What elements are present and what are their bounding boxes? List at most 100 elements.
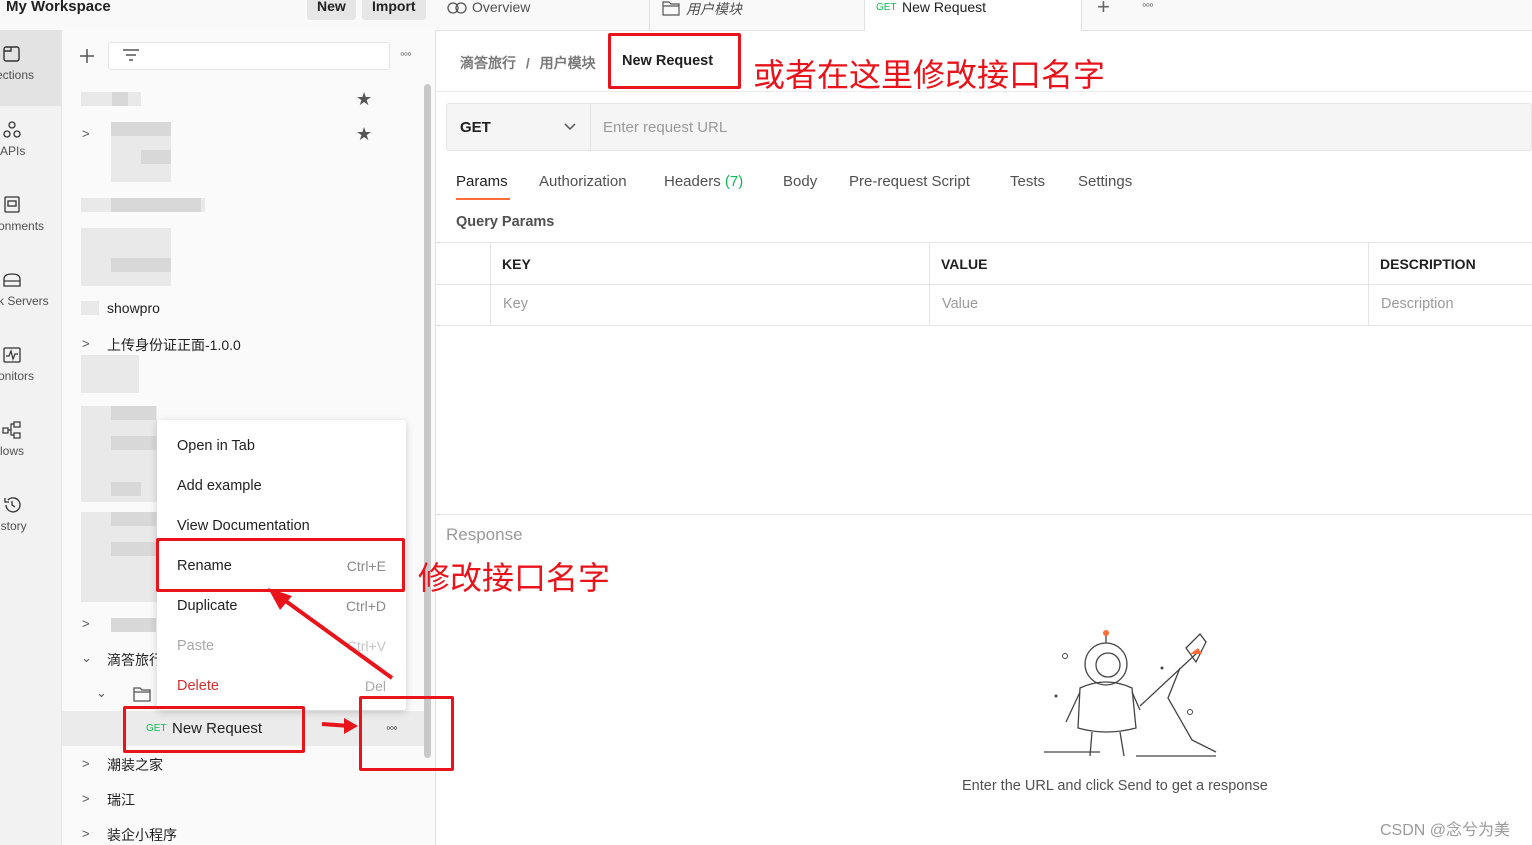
description-input[interactable]: Description [1381,296,1454,312]
annotation-box-rename [156,538,405,592]
url-input[interactable] [591,104,1521,150]
key-input[interactable]: Key [503,296,528,312]
watermark: CSDN @念兮为美 [1380,822,1511,839]
obscured-item[interactable] [81,355,139,393]
tab-headers[interactable]: Headers (7) [664,173,743,190]
menu-label: View Documentation [177,518,310,534]
menu-label: Delete [177,678,219,694]
response-divider[interactable] [436,514,1532,515]
breadcrumb-folder[interactable]: 用户模块 [540,55,596,71]
star-icon[interactable]: ★ [356,89,372,110]
annotation-text-middle: 修改接口名字 [418,559,611,597]
menu-item-add-example[interactable]: Add example [157,466,406,506]
apis-icon [3,121,21,138]
star-icon[interactable]: ★ [356,124,372,145]
rail-item-apis[interactable]: APIs [0,120,62,180]
tree-item-id-upload[interactable]: 上传身份证正面-1.0.0 [107,335,241,355]
add-icon[interactable] [78,47,96,65]
rail-label-mock-servers: k Servers [0,294,49,308]
rail-item-collections[interactable]: ections [0,44,62,104]
tree-item-chaozhuang[interactable]: 潮装之家 [107,755,163,775]
mock-servers-icon [3,273,21,287]
annotation-arrow-icon [268,588,394,734]
tab-tests[interactable]: Tests [1010,173,1045,190]
chevron-right-icon[interactable]: > [82,336,90,351]
obscured-item-part [111,542,156,556]
rail-label-monitors: onitors [0,369,35,383]
tab-settings[interactable]: Settings [1078,173,1132,190]
sidebar-more-icon[interactable]: ◦◦◦ [400,46,412,61]
tab-params[interactable]: Params [456,173,508,190]
tab-new-request[interactable]: GET New Request [865,0,1082,31]
rail-item-environments[interactable]: onments [0,195,62,255]
tree-item-showpro[interactable]: showpro [107,300,160,316]
obscured-item-part [141,150,171,164]
tab-label: New Request [902,0,987,15]
rail-label-collections: ections [0,68,35,82]
flows-icon [2,421,21,439]
obscured-icon [81,301,99,315]
environments-icon [4,196,20,213]
breadcrumb-collection[interactable]: 滴答旅行 [460,55,516,71]
column-header-key: KEY [502,256,531,272]
chevron-down-icon[interactable]: ⌄ [81,650,92,666]
response-label: Response [446,525,523,544]
annotation-box-title [608,33,741,89]
breadcrumb-separator: / [525,55,530,71]
filter-icon[interactable] [121,47,141,65]
new-tab-icon[interactable]: + [1097,0,1110,20]
method-badge-get: GET [876,2,897,13]
chevron-down-icon[interactable]: ⌄ [96,685,107,701]
menu-label: Duplicate [177,598,238,614]
chevron-right-icon[interactable]: > [82,826,90,841]
obscured-item[interactable] [81,228,171,286]
query-params-table: KEY VALUE DESCRIPTION Key Value Descript… [436,242,1532,326]
tab-overview[interactable]: Overview [436,0,650,31]
obscured-item-part [112,92,128,106]
chevron-right-icon[interactable]: > [82,126,90,141]
obscured-item[interactable] [81,92,141,106]
obscured-item-part [111,406,156,420]
folder-icon [662,1,680,16]
tab-authorization[interactable]: Authorization [539,173,627,190]
menu-label: Open in Tab [177,438,255,454]
chevron-right-icon[interactable]: > [82,616,90,631]
method-select[interactable]: GET [446,103,591,151]
tree-item-ruijiang[interactable]: 瑞江 [107,790,135,810]
chevron-right-icon[interactable]: > [82,756,90,771]
value-input[interactable]: Value [942,296,978,312]
menu-item-open-in-tab[interactable]: Open in Tab [157,426,406,466]
tree-item-didadi[interactable]: 滴答旅行 [107,650,157,670]
obscured-item-part [111,482,141,496]
rail-item-history[interactable]: istory [0,495,62,555]
rail-item-monitors[interactable]: onitors [0,345,62,405]
sidebar-scrollbar[interactable] [424,84,431,758]
tab-folder[interactable]: 用户模块 [650,0,865,31]
obscured-item-part [111,122,171,136]
new-button[interactable]: New [307,0,356,20]
tabs-more-icon[interactable]: ◦◦◦ [1142,0,1154,12]
import-button[interactable]: Import [362,0,426,20]
collections-icon [3,46,20,62]
tab-pre-request-script[interactable]: Pre-request Script [849,173,970,190]
tab-label: 用户模块 [686,1,742,17]
workspace-title[interactable]: My Workspace [6,0,111,15]
menu-label: Add example [177,478,262,494]
rail-label-flows: lows [0,444,25,458]
tab-body[interactable]: Body [783,173,817,190]
tab-label: Overview [472,0,531,15]
astronaut-illustration-icon [1044,630,1217,757]
rail-label-environments: onments [0,219,45,233]
tree-item-zhuangqi[interactable]: 装企小程序 [107,825,177,845]
method-value: GET [460,119,491,136]
history-icon [4,497,21,513]
breadcrumb: 滴答旅行 / 用户模块 [460,53,596,73]
overview-icon [447,2,467,14]
rail-item-mock-servers[interactable]: k Servers [0,270,62,330]
monitors-icon [3,347,21,363]
filter-input[interactable] [108,42,390,70]
chevron-right-icon[interactable]: > [82,791,90,806]
rail-item-flows[interactable]: lows [0,420,62,480]
query-params-title: Query Params [456,214,555,230]
folder-icon [133,687,151,702]
